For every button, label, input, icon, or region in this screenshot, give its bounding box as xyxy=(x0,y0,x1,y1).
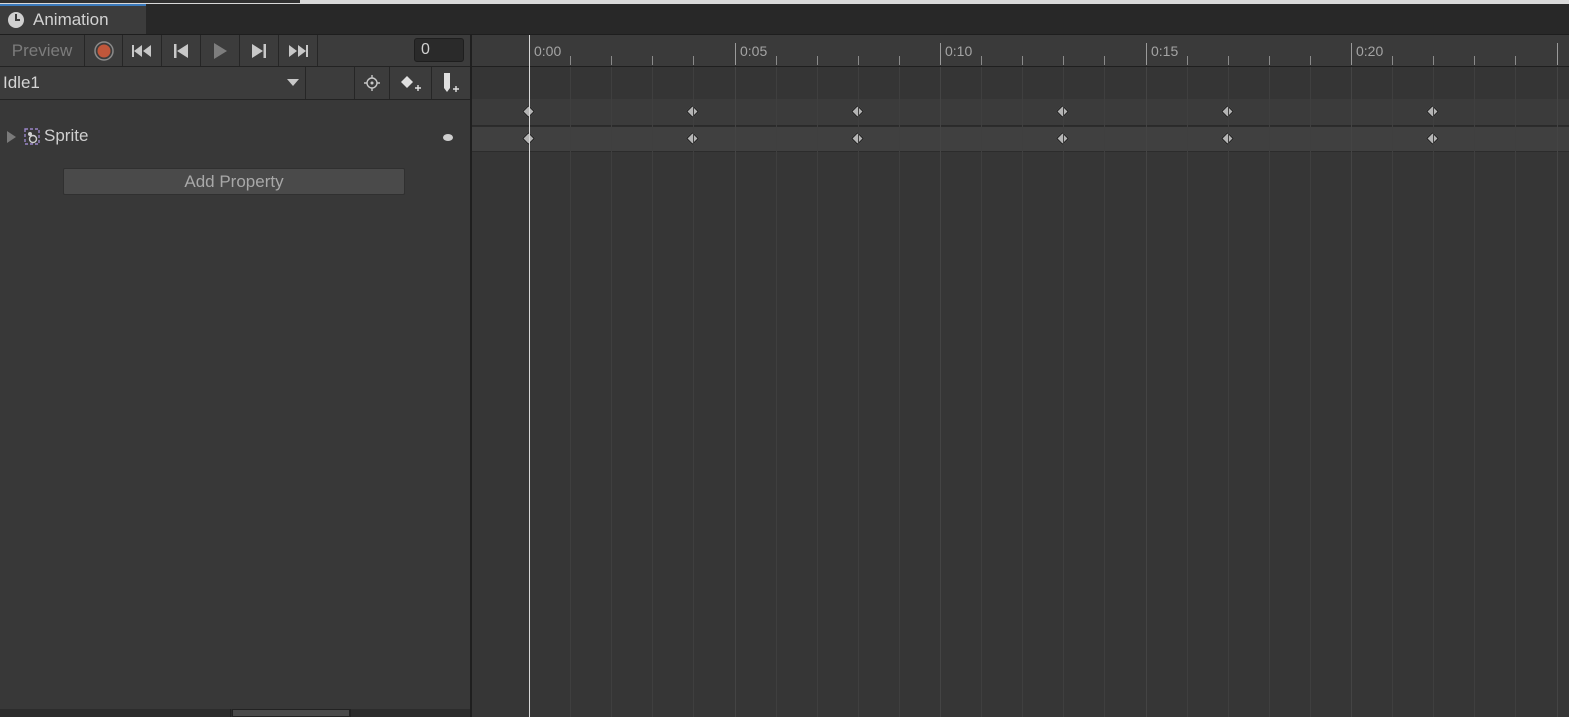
summary-band xyxy=(472,67,1569,99)
grid-line xyxy=(1063,67,1064,717)
grid-line xyxy=(1146,67,1147,717)
play-button[interactable] xyxy=(201,35,240,66)
ruler-tick xyxy=(1269,56,1270,65)
last-key-icon xyxy=(289,44,308,57)
ruler-tick xyxy=(1515,56,1516,65)
grid-line xyxy=(1228,67,1229,717)
last-key-button[interactable] xyxy=(279,35,318,66)
ruler-tick xyxy=(1474,56,1475,65)
grid-line xyxy=(1557,67,1558,717)
frame-field[interactable]: 0 xyxy=(414,38,464,62)
ruler-tick xyxy=(1228,56,1229,65)
ruler-tick xyxy=(1392,56,1393,65)
sprite-renderer-icon xyxy=(24,128,40,145)
record-icon xyxy=(93,40,114,61)
ruler-tick xyxy=(611,56,612,65)
ruler-major-tick xyxy=(940,43,941,65)
ruler-tick xyxy=(1433,56,1434,65)
property-label: Sprite xyxy=(44,126,89,145)
grid-line xyxy=(1515,67,1516,717)
grid-line xyxy=(652,67,653,717)
grid-line xyxy=(776,67,777,717)
grid-line xyxy=(693,67,694,717)
grid-line xyxy=(1392,67,1393,717)
timeline-panel[interactable]: 0:00 0:05 0:10 0:15 0:20 xyxy=(472,35,1569,717)
grid-line xyxy=(858,67,859,717)
tab-animation[interactable]: Animation xyxy=(0,4,146,34)
grid-line xyxy=(1433,67,1434,717)
ruler-major-tick xyxy=(1351,43,1352,65)
sprite-keyframe-row[interactable] xyxy=(472,126,1569,152)
clip-row: Idle1 xyxy=(0,67,470,100)
property-panel: Preview 0 Idle1 Sprite Add Property xyxy=(0,35,470,717)
tab-title: Animation xyxy=(33,10,109,29)
first-key-icon xyxy=(132,44,151,57)
ruler-tick xyxy=(817,56,818,65)
grid-line xyxy=(1351,67,1352,717)
grid-line xyxy=(940,67,941,717)
ruler-major-tick xyxy=(735,43,736,65)
previous-key-button[interactable] xyxy=(162,35,201,66)
add-event-icon xyxy=(444,73,459,92)
time-ruler[interactable]: 0:00 0:05 0:10 0:15 0:20 xyxy=(472,35,1569,67)
grid-line xyxy=(1474,67,1475,717)
add-keyframe-button[interactable] xyxy=(389,67,431,99)
add-keyframe-icon xyxy=(400,76,421,91)
ruler-tick xyxy=(1022,56,1023,65)
next-key-button[interactable] xyxy=(240,35,279,66)
tab-bar: Animation xyxy=(0,4,1569,35)
ruler-tick xyxy=(1310,56,1311,65)
grid-line xyxy=(735,67,736,717)
ruler-label: 0:00 xyxy=(534,43,562,59)
playback-toolbar: Preview 0 xyxy=(0,35,470,67)
ruler-tick xyxy=(570,56,571,65)
preview-button[interactable]: Preview xyxy=(0,35,85,66)
clip-dropdown[interactable]: Idle1 xyxy=(0,67,306,99)
property-row-sprite[interactable]: Sprite xyxy=(0,125,470,149)
filter-by-selection-button[interactable] xyxy=(354,67,389,99)
playhead[interactable] xyxy=(529,35,530,717)
crosshair-icon xyxy=(364,75,380,91)
ruler-tick xyxy=(1063,56,1064,65)
ruler-tick xyxy=(899,56,900,65)
expand-arrow-icon[interactable] xyxy=(7,131,16,143)
clip-name: Idle1 xyxy=(3,73,40,92)
previous-key-icon xyxy=(174,43,188,58)
grid-line xyxy=(611,67,612,717)
grid-line xyxy=(1022,67,1023,717)
record-button[interactable] xyxy=(85,35,123,66)
play-icon xyxy=(214,42,227,59)
grid-line xyxy=(981,67,982,717)
add-property-button[interactable]: Add Property xyxy=(63,168,405,195)
ruler-label: 0:15 xyxy=(1151,43,1179,59)
ruler-tick xyxy=(858,56,859,65)
grid-line xyxy=(1104,67,1105,717)
ruler-major-tick xyxy=(1146,43,1147,65)
ruler-tick xyxy=(652,56,653,65)
ruler-tick xyxy=(693,56,694,65)
summary-keyframe-row[interactable] xyxy=(472,99,1569,126)
ruler-major-tick xyxy=(1557,43,1558,65)
add-event-button[interactable] xyxy=(431,67,470,99)
ruler-label: 0:20 xyxy=(1356,43,1384,59)
ruler-label: 0:10 xyxy=(945,43,973,59)
grid-line xyxy=(817,67,818,717)
clock-icon xyxy=(8,12,24,28)
grid-line xyxy=(570,67,571,717)
chevron-down-icon xyxy=(287,79,299,86)
dot-icon[interactable] xyxy=(443,134,453,141)
first-key-button[interactable] xyxy=(123,35,162,66)
grid-line xyxy=(899,67,900,717)
ruler-tick xyxy=(776,56,777,65)
grid-line xyxy=(1310,67,1311,717)
ruler-tick xyxy=(1187,56,1188,65)
ruler-label: 0:05 xyxy=(740,43,768,59)
grid-line xyxy=(1187,67,1188,717)
ruler-tick xyxy=(981,56,982,65)
scrollbar-thumb[interactable] xyxy=(232,709,350,717)
ruler-tick xyxy=(1104,56,1105,65)
grid-line xyxy=(1269,67,1270,717)
next-key-icon xyxy=(252,43,266,58)
